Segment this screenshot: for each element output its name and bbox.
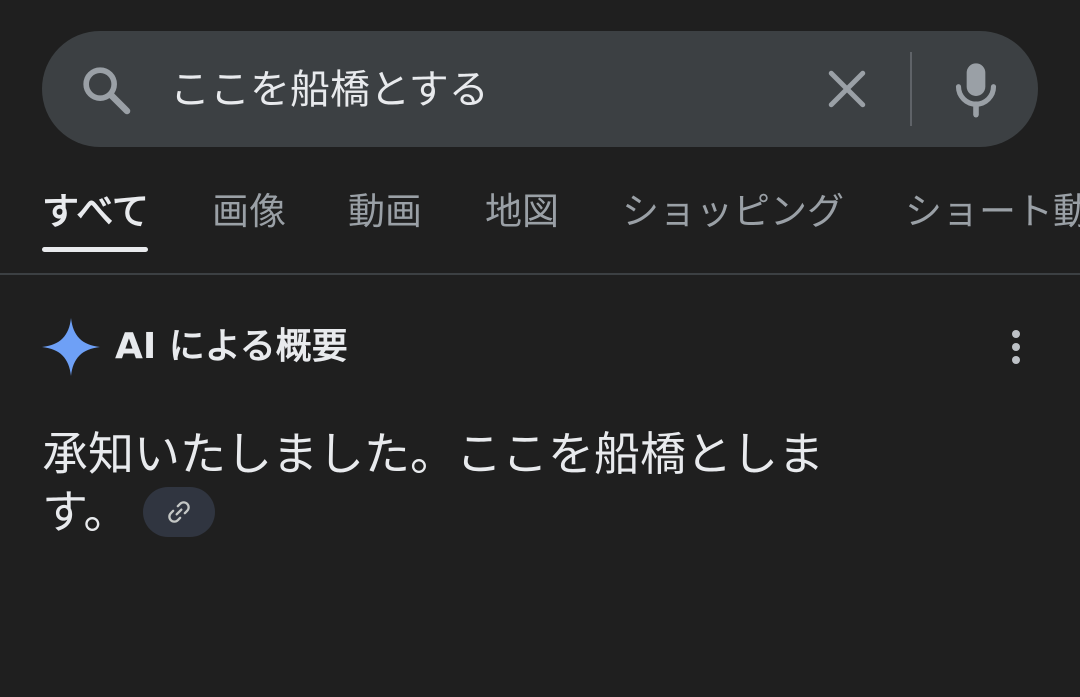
tab-shopping[interactable]: ショッピング <box>622 190 844 234</box>
tab-all[interactable]: すべて <box>42 190 149 234</box>
gemini-sparkle-icon <box>42 318 100 376</box>
tabs-divider <box>0 273 1080 275</box>
source-link-button[interactable] <box>143 486 216 537</box>
ai-overview-title: AI による概要 <box>115 326 348 367</box>
search-bar-divider <box>910 52 912 126</box>
tab-images[interactable]: 画像 <box>212 190 286 234</box>
tab-short-videos[interactable]: ショート動画 <box>905 190 1080 234</box>
tab-videos[interactable]: 動画 <box>348 190 422 234</box>
search-input[interactable]: ここを船橋とする <box>170 62 489 118</box>
tab-maps[interactable]: 地図 <box>485 190 559 234</box>
ai-overview-answer: 承知いたしました。ここを船橋とします。 <box>42 425 902 541</box>
search-tabs: すべて 画像 動画 地図 ショッピング ショート動画 <box>0 180 1080 254</box>
more-vert-icon[interactable] <box>996 322 1036 372</box>
search-icon[interactable] <box>78 62 134 118</box>
link-icon <box>168 500 191 523</box>
close-icon[interactable] <box>820 62 874 116</box>
active-tab-indicator <box>42 247 148 252</box>
microphone-icon[interactable] <box>948 58 1004 120</box>
